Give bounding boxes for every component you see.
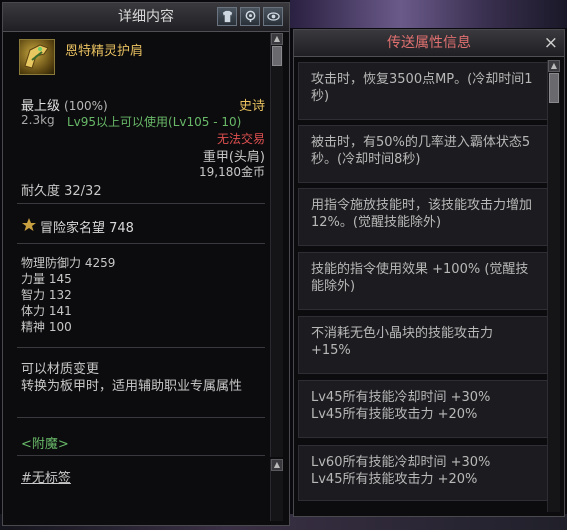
scroll-up-button[interactable]: ▲ [271,459,283,471]
attribute-entry: 技能的指令使用效果 +100% (觉醒技能除外) [298,252,548,310]
item-grade: 最上级 (100%) [21,95,108,114]
item-name: 恩特精灵护肩 [65,44,144,59]
item-detail-panel: 详细内容 ▲ 恩特精灵护肩 最上级 (100%) 史诗 2.3kg Lv95以上可… [2,2,290,526]
enchant-label: <附魔> [21,437,69,452]
attribute-entry: 不消耗无色小晶块的技能攻击力 +15% [298,316,548,374]
divider [17,455,265,456]
tag-scrollbar[interactable]: ▲ [270,459,283,521]
attribute-entry: 被击时，有50%的几率进入霸体状态5秒。(冷却时间8秒) [298,125,548,183]
transfer-attributes-header: 传送属性信息 × [294,30,564,57]
stat-vitality: 体力 141 [21,304,72,318]
detail-scrollbar[interactable]: ▲ [270,33,283,457]
scroll-up-button[interactable]: ▲ [271,33,283,45]
grade-label: 最上级 [21,99,61,114]
transfer-attributes-panel: 传送属性信息 × ▲ 攻击时，恢复3500点MP。(冷却时间1秒) 被击时，有5… [293,29,565,517]
renown-icon [22,218,36,231]
item-rarity: 史诗 [238,99,265,114]
attribute-entry: 用指令施放技能时，该技能攻击力增加12%。(觉醒技能除外) [298,188,548,246]
divider [17,243,265,244]
level-requirement: Lv95以上可以使用(Lv105 - 10) [67,115,242,129]
adventurer-renown: 冒险家名望 748 [40,221,134,236]
shoulder-armor-icon[interactable] [19,39,55,75]
divider [17,417,265,418]
scroll-thumb[interactable] [272,46,282,66]
trade-status: 无法交易 [216,132,265,146]
attribute-entry: 攻击时，恢复3500点MP。(冷却时间1秒) [298,62,548,120]
conversion-text: 转换为板甲时，适用辅助职业专属属性 [21,379,243,394]
divider [17,347,265,348]
divider [17,203,265,204]
game-background [290,0,567,28]
eye-icon[interactable] [263,7,283,26]
attributes-scrollbar[interactable]: ▲ [547,60,560,512]
material-change-text: 可以材质变更 [21,362,100,377]
attribute-entry: Lv60所有技能冷却时间 +30% Lv45所有技能攻击力 +20% [298,445,548,501]
scroll-up-button[interactable]: ▲ [548,60,560,72]
close-icon[interactable]: × [544,30,558,56]
item-durability: 耐久度 32/32 [21,184,102,199]
item-detail-header: 详细内容 [3,3,289,32]
stat-strength: 力量 145 [21,272,72,286]
equip-compare-icon[interactable] [217,7,237,26]
item-weight: 2.3kg [21,113,55,127]
attribute-entry: Lv45所有技能冷却时间 +30% Lv45所有技能攻击力 +20% [298,380,548,438]
item-price: 19,180金币 [199,165,265,179]
stat-physical-defense: 物理防御力 4259 [21,256,116,270]
item-description: 可以材质变更 转换为板甲时，适用辅助职业专属属性 [21,361,267,395]
item-detail-title: 详细内容 [118,9,174,25]
header-icon-group [217,7,283,26]
transfer-attributes-title: 传送属性信息 [387,35,471,51]
scroll-thumb[interactable] [549,73,559,103]
location-pin-icon[interactable] [240,7,260,26]
tag-link[interactable]: #无标签 [21,467,71,486]
stat-spirit: 精神 100 [21,320,72,334]
stat-intelligence: 智力 132 [21,288,72,302]
grade-percent: (100%) [64,99,108,113]
